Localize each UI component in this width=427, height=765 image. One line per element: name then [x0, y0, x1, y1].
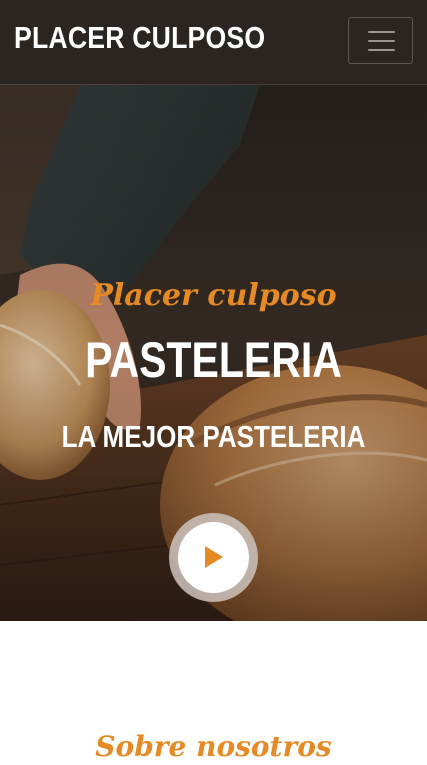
hamburger-menu-icon-bar [368, 40, 395, 42]
play-video-button[interactable] [169, 513, 258, 602]
play-icon [205, 546, 223, 568]
hamburger-menu-icon [368, 31, 395, 33]
hero-title: PASTELERIA [85, 332, 342, 388]
hero-section: Placer culposo PASTELERIA LA MEJOR PASTE… [0, 85, 427, 621]
menu-toggle-button[interactable] [348, 17, 413, 64]
about-section-title: Sobre nosotros [95, 730, 332, 763]
navbar: PLACER CULPOSO [0, 0, 427, 85]
brand-logo-text[interactable]: PLACER CULPOSO [14, 20, 265, 56]
hero-subtitle: LA MEJOR PASTELERIA [61, 419, 366, 454]
hero-script-title: Placer culposo [90, 278, 337, 313]
hamburger-menu-icon-bar [368, 49, 395, 51]
play-button-inner [178, 522, 249, 593]
